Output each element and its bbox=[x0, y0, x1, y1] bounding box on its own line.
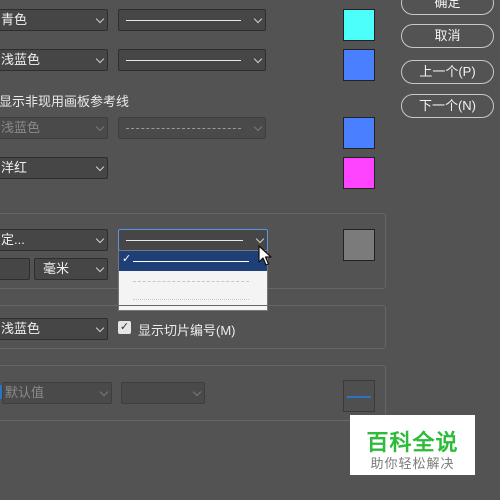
chevron-down-icon bbox=[95, 162, 105, 172]
grid-style-select[interactable] bbox=[118, 229, 268, 251]
path-line-sample bbox=[347, 396, 371, 398]
chevron-down-icon bbox=[95, 234, 105, 244]
grid-color-value: 定... bbox=[1, 232, 25, 247]
grid-style-dropdown-menu: ✓ bbox=[118, 250, 268, 311]
guides-color-swatch[interactable] bbox=[343, 9, 375, 41]
path-color-value: 默认值 bbox=[5, 385, 45, 400]
gridline-spacing-input[interactable] bbox=[0, 258, 30, 280]
show-slice-numbers-label: 显示切片编号(M) bbox=[138, 323, 236, 338]
grid-color-select[interactable]: 定... bbox=[0, 229, 108, 251]
inactive-artboard-style-select bbox=[118, 117, 266, 139]
guides-style-select[interactable] bbox=[118, 9, 266, 31]
guides-color-value: 青色 bbox=[1, 12, 28, 27]
smart-guides-color-select[interactable]: 浅蓝色 bbox=[0, 49, 108, 71]
inactive-artboard-color-swatch[interactable] bbox=[343, 117, 375, 149]
watermark-subtitle: 助你轻松解决 bbox=[370, 456, 455, 471]
solid-line-icon bbox=[133, 261, 249, 262]
smart-guides-color-value: 浅蓝色 bbox=[1, 52, 41, 67]
ok-button[interactable]: 确定 bbox=[401, 0, 494, 15]
grid-unit-select[interactable]: 毫米 bbox=[34, 258, 108, 280]
path-color-swatch[interactable] bbox=[343, 380, 375, 412]
chevron-down-icon bbox=[255, 234, 265, 244]
chevron-down-icon bbox=[253, 54, 263, 64]
chevron-down-icon bbox=[95, 14, 105, 24]
cancel-button[interactable]: 取消 bbox=[401, 24, 494, 48]
chevron-down-icon bbox=[192, 387, 202, 397]
dotted-line-icon bbox=[133, 299, 249, 300]
chevron-down-icon bbox=[253, 14, 263, 24]
next-button[interactable]: 下一个(N) bbox=[401, 94, 494, 118]
slices-color-select[interactable]: 浅蓝色 bbox=[0, 318, 108, 340]
path-color-select: 默认值 bbox=[2, 382, 112, 404]
inactive-artboard-guides-label: 显示非现用画板参考线 bbox=[0, 94, 130, 109]
chevron-down-icon bbox=[95, 323, 105, 333]
show-slice-numbers-checkbox[interactable]: ✓ bbox=[118, 321, 131, 334]
artboard-color-value: 洋红 bbox=[1, 160, 28, 175]
inactive-artboard-color-select: 浅蓝色 bbox=[0, 117, 108, 139]
mouse-cursor-icon bbox=[258, 245, 272, 266]
prev-button[interactable]: 上一个(P) bbox=[401, 60, 494, 84]
watermark-logo: 百科全说 助你轻松解决 bbox=[350, 415, 475, 475]
smart-guides-color-swatch[interactable] bbox=[343, 49, 375, 81]
smart-guides-style-select[interactable] bbox=[118, 49, 266, 71]
chevron-down-icon bbox=[95, 122, 105, 132]
artboard-color-select[interactable]: 洋红 bbox=[0, 157, 108, 179]
dashed-line-icon bbox=[133, 281, 249, 282]
solid-line-icon bbox=[126, 60, 241, 61]
style-option-solid[interactable]: ✓ bbox=[119, 251, 267, 271]
style-option-dashed[interactable] bbox=[119, 271, 267, 291]
chevron-down-icon bbox=[95, 263, 105, 273]
path-width-select bbox=[121, 382, 205, 404]
chevron-down-icon bbox=[253, 122, 263, 132]
inactive-artboard-color-value: 浅蓝色 bbox=[1, 120, 41, 135]
guides-color-select[interactable]: 青色 bbox=[0, 9, 108, 31]
grid-color-swatch[interactable] bbox=[343, 229, 375, 261]
solid-line-icon bbox=[126, 240, 243, 241]
checkmark-icon: ✓ bbox=[122, 253, 132, 265]
chevron-down-icon bbox=[99, 387, 109, 397]
solid-line-icon bbox=[126, 20, 241, 21]
slices-color-value: 浅蓝色 bbox=[1, 321, 41, 336]
chevron-down-icon bbox=[95, 54, 105, 64]
artboard-color-swatch[interactable] bbox=[343, 157, 375, 189]
dashed-line-icon bbox=[126, 128, 241, 129]
grid-unit-value: 毫米 bbox=[43, 261, 70, 276]
